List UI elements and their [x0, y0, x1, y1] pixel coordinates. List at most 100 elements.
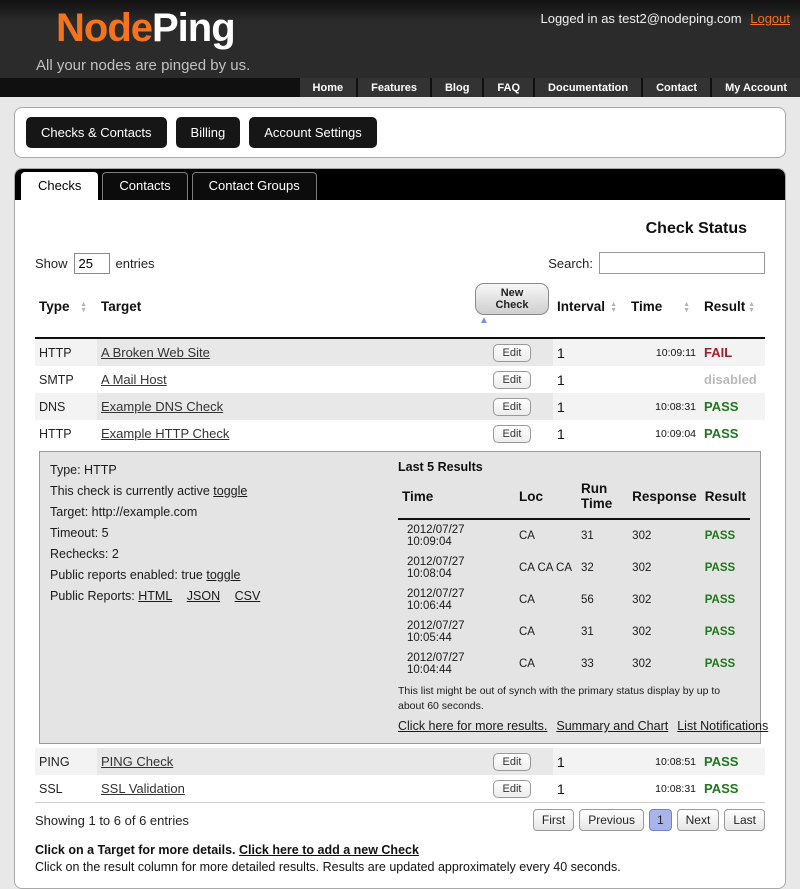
- show-label: Show: [35, 256, 68, 271]
- result-time: 2012/07/27 10:04:44: [398, 648, 515, 680]
- checks-contacts-button[interactable]: Checks & Contacts: [26, 117, 167, 148]
- edit-button[interactable]: Edit: [493, 753, 532, 771]
- main-nav: Home Features Blog FAQ Documentation Con…: [0, 78, 800, 97]
- check-time: 10:09:04: [627, 420, 700, 447]
- check-result[interactable]: disabled: [700, 366, 765, 393]
- edit-cell: Edit: [471, 393, 553, 420]
- results-col-runtime: Run Time: [577, 476, 628, 519]
- check-time: [627, 366, 700, 393]
- check-time: 10:08:51: [627, 748, 700, 775]
- add-new-check-link[interactable]: Click here to add a new Check: [239, 843, 419, 857]
- nav-item-features[interactable]: Features: [358, 78, 430, 97]
- edit-button[interactable]: Edit: [493, 780, 532, 798]
- nodeping-logo[interactable]: NodePing: [56, 6, 235, 51]
- pagination: First Previous 1 Next Last: [533, 809, 765, 831]
- result-response: 302: [628, 584, 701, 616]
- result-loc: CA: [515, 648, 577, 680]
- account-settings-button[interactable]: Account Settings: [249, 117, 377, 148]
- checks-content: Check Status Show entries Search: ▲▼: [15, 200, 785, 888]
- check-interval: 1: [553, 393, 627, 420]
- result-loc: CA: [515, 584, 577, 616]
- check-target-link[interactable]: SSL Validation: [101, 781, 185, 796]
- check-target-link[interactable]: Example HTTP Check: [101, 426, 229, 441]
- check-target-cell: SSL Validation: [97, 775, 471, 803]
- result-row: 2012/07/27 10:08:04 CA CA CA 32 302 PASS: [398, 552, 750, 584]
- edit-button[interactable]: Edit: [493, 344, 532, 362]
- check-target-link[interactable]: PING Check: [101, 754, 173, 769]
- help-note-primary: Click on a Target for more details. Clic…: [35, 843, 765, 857]
- column-header-time[interactable]: ▲▼ Time: [627, 278, 700, 338]
- last-results-section: Last 5 Results Time: [398, 460, 750, 733]
- check-result[interactable]: FAIL: [700, 338, 765, 366]
- result-time: 2012/07/27 10:08:04: [398, 552, 515, 584]
- login-status-area: Logged in as test2@nodeping.com Logout: [540, 11, 790, 26]
- check-type: DNS: [35, 393, 97, 420]
- last-results-title: Last 5 Results: [398, 460, 750, 474]
- sort-both-icon: ▲▼: [683, 302, 690, 314]
- column-header-type[interactable]: ▲▼ Type: [35, 278, 97, 338]
- summary-chart-link[interactable]: Summary and Chart: [556, 719, 668, 733]
- edit-cell: Edit: [471, 420, 553, 447]
- check-detail-info: Type: HTTP This check is currently activ…: [50, 460, 390, 733]
- edit-button[interactable]: Edit: [493, 371, 532, 389]
- check-result[interactable]: PASS: [700, 748, 765, 775]
- list-notifications-link[interactable]: List Notifications: [677, 719, 768, 733]
- more-results-link[interactable]: Click here for more results.: [398, 719, 547, 733]
- pagination-page-1-button[interactable]: 1: [649, 809, 672, 831]
- nav-item-faq[interactable]: FAQ: [484, 78, 533, 97]
- check-result[interactable]: PASS: [700, 393, 765, 420]
- result-time: 2012/07/27 10:06:44: [398, 584, 515, 616]
- entries-count-input[interactable]: [74, 253, 110, 274]
- report-json-link[interactable]: JSON: [187, 589, 220, 603]
- nav-item-blog[interactable]: Blog: [432, 78, 482, 97]
- check-time: 10:08:31: [627, 393, 700, 420]
- checks-table: ▲▼ Type Target New Check▲ ▲▼ Interval ▲▼: [35, 278, 765, 803]
- check-target-link[interactable]: A Mail Host: [101, 372, 167, 387]
- tab-contact-groups[interactable]: Contact Groups: [192, 172, 317, 200]
- public-reports-line: Public Reports: HTML JSON CSV: [50, 586, 390, 607]
- nav-item-my-account[interactable]: My Account: [712, 78, 800, 97]
- nav-item-documentation[interactable]: Documentation: [535, 78, 641, 97]
- nav-item-home[interactable]: Home: [300, 78, 357, 97]
- table-row: DNS Example DNS Check Edit 1 10:08:31 PA…: [35, 393, 765, 420]
- check-type: HTTP: [35, 338, 97, 366]
- tab-contacts[interactable]: Contacts: [102, 172, 187, 200]
- new-check-button[interactable]: New Check: [475, 283, 549, 315]
- billing-button[interactable]: Billing: [176, 117, 241, 148]
- sync-note: This list might be out of synch with the…: [398, 684, 728, 714]
- column-header-interval[interactable]: ▲▼ Interval: [553, 278, 627, 338]
- result-status: PASS: [701, 584, 750, 616]
- report-csv-link[interactable]: CSV: [235, 589, 261, 603]
- check-target-link[interactable]: Example DNS Check: [101, 399, 223, 414]
- results-col-result: Result: [701, 476, 750, 519]
- last-results-table: Time Loc Run Time Response Result: [398, 476, 750, 680]
- column-header-target[interactable]: Target: [97, 278, 471, 338]
- show-entries-control: Show entries: [35, 253, 155, 274]
- search-input[interactable]: [599, 252, 765, 274]
- check-result[interactable]: PASS: [700, 775, 765, 803]
- check-result[interactable]: PASS: [700, 420, 765, 447]
- check-target-link[interactable]: A Broken Web Site: [101, 345, 210, 360]
- pagination-previous-button[interactable]: Previous: [579, 809, 644, 831]
- detail-type-line: Type: HTTP: [50, 460, 390, 481]
- logout-link[interactable]: Logout: [750, 11, 790, 26]
- results-header-row: Time Loc Run Time Response Result: [398, 476, 750, 519]
- report-html-link[interactable]: HTML: [138, 589, 172, 603]
- nav-item-contact[interactable]: Contact: [643, 78, 710, 97]
- edit-button[interactable]: Edit: [493, 398, 532, 416]
- result-status: PASS: [701, 616, 750, 648]
- table-footer: Showing 1 to 6 of 6 entries First Previo…: [35, 809, 765, 831]
- edit-button[interactable]: Edit: [493, 425, 532, 443]
- pagination-next-button[interactable]: Next: [677, 809, 720, 831]
- detail-public-line: Public reports enabled: true toggle: [50, 565, 390, 586]
- detail-timeout-line: Timeout: 5: [50, 523, 390, 544]
- pagination-first-button[interactable]: First: [533, 809, 574, 831]
- active-toggle-link[interactable]: toggle: [213, 484, 247, 498]
- column-header-result[interactable]: ▲▼ Result: [700, 278, 765, 338]
- tab-checks[interactable]: Checks: [21, 172, 98, 200]
- result-time: 2012/07/27 10:09:04: [398, 519, 515, 552]
- public-toggle-link[interactable]: toggle: [206, 568, 240, 582]
- entries-summary: Showing 1 to 6 of 6 entries: [35, 813, 189, 828]
- check-type: SMTP: [35, 366, 97, 393]
- pagination-last-button[interactable]: Last: [724, 809, 765, 831]
